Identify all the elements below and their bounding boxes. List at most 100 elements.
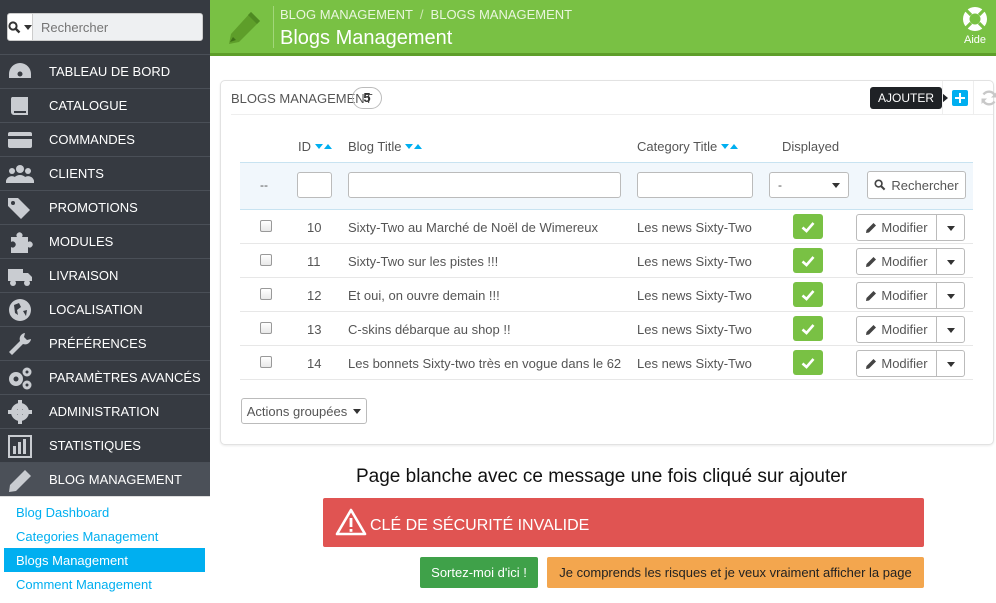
help-button[interactable]: Aide [960,5,990,46]
sidebar-item-pr-f-rences[interactable]: PRÉFÉRENCES [0,326,210,360]
filter-placeholder-dash: -- [260,178,268,192]
search-input[interactable] [33,14,202,40]
bulk-actions-button[interactable]: Actions groupées [241,398,367,424]
search-scope-button[interactable] [8,14,33,40]
sort-icon[interactable] [315,144,332,149]
sort-icon[interactable] [405,144,423,149]
proceed-anyway-button[interactable]: Je comprends les risques et je veux vrai… [547,557,924,588]
pencil-icon [866,324,877,335]
refresh-icon[interactable] [980,89,996,107]
breadcrumb-item-blog-management[interactable]: BLOG MANAGEMENT [280,7,413,22]
sidebar-item-label: CATALOGUE [49,98,128,113]
row-checkbox[interactable] [260,322,272,334]
sidebar-item-statistiques[interactable]: STATISTIQUES [0,428,210,462]
subnav-item-blogs-management[interactable]: Blogs Management [4,548,205,572]
page-header: BLOG MANAGEMENT / BLOGS MANAGEMENT Blogs M… [210,0,996,56]
row-id: 13 [307,322,322,337]
sidebar-item-commandes[interactable]: COMMANDES [0,122,210,156]
row-blog-title: Les bonnets Sixty-two très en vogue dans… [348,356,622,371]
check-icon [801,357,815,369]
chevron-down-icon [24,24,32,30]
sidebar-item-modules[interactable]: MODULES [0,224,210,258]
sidebar-search [0,0,210,54]
main-nav: TABLEAU DE BORD CATALOGUE COMMANDES CLIENTS… [0,54,210,496]
column-header-blog-title[interactable]: Blog Title [348,139,423,154]
breadcrumb: BLOG MANAGEMENT / BLOGS MANAGEMENT [280,7,572,22]
subnav-item-blog-dashboard[interactable]: Blog Dashboard [4,500,205,524]
chevron-down-icon [353,408,362,414]
row-actions-dropdown[interactable] [936,214,965,241]
row-checkbox[interactable] [260,254,272,266]
column-header-category-title[interactable]: Category Title [637,139,739,154]
edit-button[interactable]: Modifier [856,214,937,241]
row-category-title: Les news Sixty-Two [637,288,752,303]
displayed-toggle[interactable] [793,282,823,307]
row-checkbox[interactable] [260,220,272,232]
displayed-toggle[interactable] [793,316,823,341]
add-icon[interactable] [952,90,968,106]
row-blog-title: Sixty-Two sur les pistes !!! [348,254,499,269]
subnav-item-comment-management[interactable]: Comment Management [4,572,205,596]
displayed-toggle[interactable] [793,350,823,375]
search-icon [8,20,21,33]
row-actions-dropdown[interactable] [936,316,965,343]
toolbar-divider [942,81,943,115]
edit-button[interactable]: Modifier [856,350,937,377]
row-checkbox[interactable] [260,288,272,300]
puzzle-icon [0,225,40,259]
wrench-icon [0,327,40,361]
pencil-icon [866,222,877,233]
leave-button[interactable]: Sortez-moi d'ici ! [420,557,538,588]
edit-button[interactable]: Modifier [856,316,937,343]
help-label: Aide [963,34,987,46]
sort-icon[interactable] [721,144,739,149]
row-blog-title: Et oui, on ouvre demain !!! [348,288,500,303]
subnav-item-categories-management[interactable]: Categories Management [4,524,205,548]
table-row: 10 Sixty-Two au Marché de Noël de Wimereu… [240,210,973,244]
sidebar-item-livraison[interactable]: LIVRAISON [0,258,210,292]
sidebar-item-promotions[interactable]: PROMOTIONS [0,190,210,224]
sidebar-item-administration[interactable]: ADMINISTRATION [0,394,210,428]
truck-icon [0,259,40,293]
caption-text: Page blanche avec ce message une fois cl… [356,466,848,487]
row-id: 12 [307,288,322,303]
sidebar-item-blog-management[interactable]: BLOG MANAGEMENT [0,462,210,496]
row-id: 14 [307,356,322,371]
sidebar-item-label: MODULES [49,234,114,249]
check-icon [801,323,815,335]
table-row: 13 C-skins débarque au shop !! Les news Si… [240,312,973,346]
edit-button[interactable]: Modifier [856,282,937,309]
book-icon [0,89,40,123]
bar-chart-icon [0,429,40,463]
dashboard-icon [0,55,40,89]
filter-search-button[interactable]: Rechercher [867,171,966,199]
filter-category-title-input[interactable] [637,172,753,198]
sidebar-item-tableau-de-bord[interactable]: TABLEAU DE BORD [0,54,210,88]
edit-label: Modifier [881,254,928,269]
filter-id-input[interactable] [297,172,332,198]
blogs-panel: BLOGS MANAGEMENT 5 AJOUTER ID Blog Title… [220,80,996,445]
sidebar-item-param-tres-avanc-s[interactable]: PARAMÈTRES AVANCÉS [0,360,210,394]
search-icon [874,179,886,191]
row-actions-dropdown[interactable] [936,350,965,377]
sidebar-item-catalogue[interactable]: CATALOGUE [0,88,210,122]
add-tooltip: AJOUTER [870,87,949,109]
page-title: Blogs Management [280,27,453,49]
row-category-title: Les news Sixty-Two [637,356,752,371]
sidebar-item-clients[interactable]: CLIENTS [0,156,210,190]
filter-displayed-select[interactable]: - [769,172,849,198]
row-checkbox[interactable] [260,356,272,368]
displayed-toggle[interactable] [793,214,823,239]
search-box [7,13,203,41]
filter-blog-title-input[interactable] [348,172,621,198]
edit-label: Modifier [881,322,928,337]
edit-button[interactable]: Modifier [856,248,937,275]
row-actions-dropdown[interactable] [936,248,965,275]
row-actions-dropdown[interactable] [936,282,965,309]
row-category-title: Les news Sixty-Two [637,254,752,269]
breadcrumb-item-blogs-management[interactable]: BLOGS MANAGEMENT [431,7,573,22]
column-header-id[interactable]: ID [298,139,332,154]
pencil-icon [866,256,877,267]
sidebar-item-localisation[interactable]: LOCALISATION [0,292,210,326]
displayed-toggle[interactable] [793,248,823,273]
